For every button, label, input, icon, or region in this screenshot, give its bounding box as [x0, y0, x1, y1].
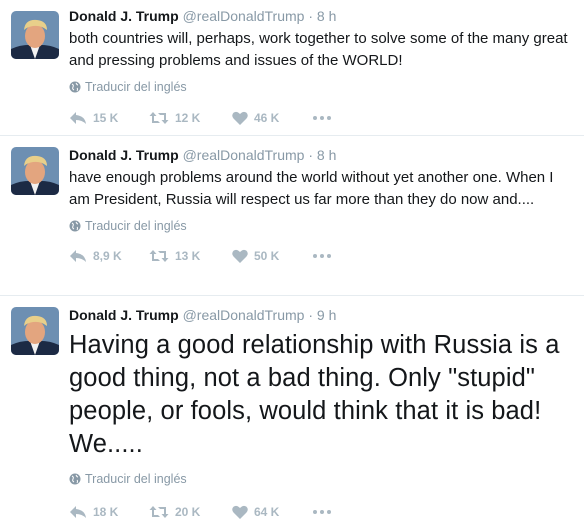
- translate-label: Traducir del inglés: [85, 472, 187, 486]
- retweet-count: 12 K: [175, 111, 201, 125]
- like-button[interactable]: 50 K: [232, 249, 313, 263]
- more-icon: [327, 116, 331, 120]
- retweet-icon: [149, 112, 169, 124]
- tweet-text: both countries will, perhaps, work toget…: [69, 30, 568, 69]
- more-icon: [327, 254, 331, 258]
- tweet[interactable]: Donald J. Trump @realDonaldTrump · 8 h b…: [0, 0, 584, 136]
- tweet-text: Having a good relationship with Russia i…: [69, 331, 560, 458]
- author-handle[interactable]: @realDonaldTrump: [183, 147, 305, 163]
- more-icon: [313, 116, 317, 120]
- timestamp[interactable]: 8 h: [317, 147, 336, 163]
- like-count: 46 K: [254, 111, 280, 125]
- tweet-header: Donald J. Trump @realDonaldTrump · 9 h: [69, 306, 570, 324]
- tweet-actions: 18 K 20 K 64 K: [69, 502, 570, 522]
- separator-dot: ·: [308, 147, 313, 163]
- globe-icon: [69, 220, 81, 232]
- more-icon: [320, 116, 324, 120]
- tweet[interactable]: Donald J. Trump @realDonaldTrump · 9 h H…: [0, 296, 584, 519]
- like-button[interactable]: 46 K: [232, 111, 313, 125]
- reply-count: 8,9 K: [93, 249, 122, 263]
- more-icon: [320, 254, 324, 258]
- author-handle[interactable]: @realDonaldTrump: [183, 307, 305, 323]
- tweet-header: Donald J. Trump @realDonaldTrump · 8 h: [69, 7, 570, 25]
- translate-label: Traducir del inglés: [85, 80, 187, 94]
- reply-icon: [70, 250, 86, 262]
- tweet-actions: 15 K 12 K 46 K: [69, 108, 570, 128]
- retweet-count: 13 K: [175, 249, 201, 263]
- translate-link[interactable]: Traducir del inglés: [69, 218, 570, 234]
- more-icon: [320, 510, 324, 514]
- separator-dot: ·: [308, 307, 313, 323]
- more-icon: [327, 510, 331, 514]
- reply-button[interactable]: 8,9 K: [69, 249, 149, 263]
- avatar[interactable]: [11, 307, 59, 355]
- avatar[interactable]: [11, 147, 59, 195]
- more-button[interactable]: [313, 116, 334, 120]
- tweet-header: Donald J. Trump @realDonaldTrump · 8 h: [69, 146, 570, 164]
- separator-dot: ·: [308, 8, 313, 24]
- like-count: 50 K: [254, 249, 280, 263]
- avatar[interactable]: [11, 11, 59, 59]
- avatar-image: [11, 307, 59, 355]
- globe-icon: [69, 473, 81, 485]
- reply-button[interactable]: 15 K: [69, 111, 149, 125]
- author-handle[interactable]: @realDonaldTrump: [183, 8, 305, 24]
- retweet-icon: [149, 250, 169, 262]
- heart-icon: [232, 249, 248, 263]
- avatar-image: [11, 11, 59, 59]
- avatar-image: [11, 147, 59, 195]
- translate-link[interactable]: Traducir del inglés: [69, 471, 570, 487]
- heart-icon: [232, 111, 248, 125]
- retweet-button[interactable]: 13 K: [149, 249, 232, 263]
- translate-link[interactable]: Traducir del inglés: [69, 79, 570, 95]
- more-button[interactable]: [313, 510, 334, 514]
- more-icon: [313, 254, 317, 258]
- more-icon: [313, 510, 317, 514]
- author-name[interactable]: Donald J. Trump: [69, 307, 179, 323]
- tweet-actions: 8,9 K 13 K 50 K: [69, 246, 570, 266]
- tweet-text: have enough problems around the world wi…: [69, 169, 554, 208]
- author-name[interactable]: Donald J. Trump: [69, 147, 179, 163]
- more-button[interactable]: [313, 254, 334, 258]
- globe-icon: [69, 81, 81, 93]
- reply-count: 15 K: [93, 111, 119, 125]
- timestamp[interactable]: 9 h: [317, 307, 336, 323]
- retweet-button[interactable]: 12 K: [149, 111, 232, 125]
- tweet[interactable]: Donald J. Trump @realDonaldTrump · 8 h h…: [0, 136, 584, 296]
- author-name[interactable]: Donald J. Trump: [69, 8, 179, 24]
- reply-icon: [70, 112, 86, 124]
- timestamp[interactable]: 8 h: [317, 8, 336, 24]
- translate-label: Traducir del inglés: [85, 219, 187, 233]
